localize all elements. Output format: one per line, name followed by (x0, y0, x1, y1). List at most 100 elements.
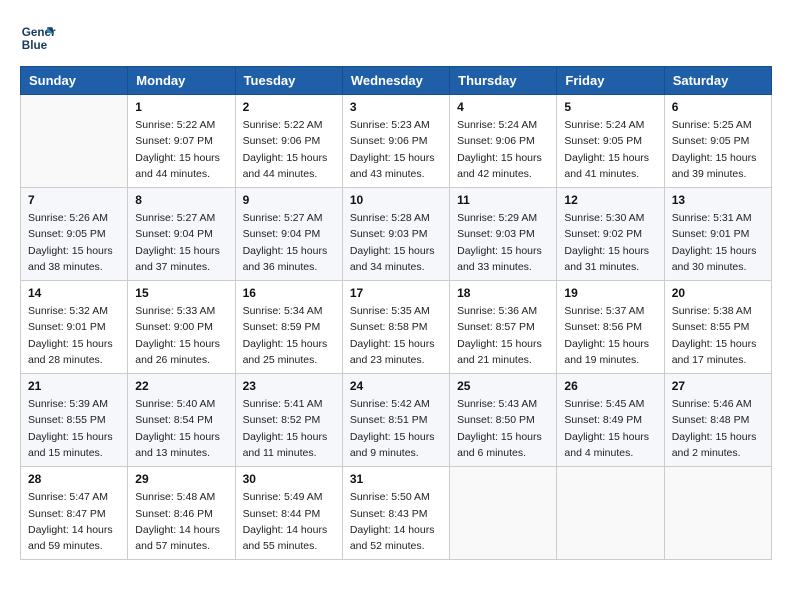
column-header-wednesday: Wednesday (342, 67, 449, 95)
day-number: 11 (457, 193, 549, 207)
day-number: 9 (243, 193, 335, 207)
day-number: 29 (135, 472, 227, 486)
day-number: 5 (564, 100, 656, 114)
day-info: Sunrise: 5:24 AM Sunset: 9:05 PM Dayligh… (564, 117, 656, 182)
calendar-cell (21, 95, 128, 188)
calendar-cell: 4Sunrise: 5:24 AM Sunset: 9:06 PM Daylig… (450, 95, 557, 188)
calendar-cell: 8 Sunrise: 5:27 AM Sunset: 9:04 PM Daylig… (128, 188, 235, 281)
calendar-cell: 30 Sunrise: 5:49 AM Sunset: 8:44 PM Dayli… (235, 467, 342, 560)
day-number: 8 (135, 193, 227, 207)
day-number: 6 (672, 100, 764, 114)
day-info: Sunrise: 5:48 AM Sunset: 8:46 PM Dayligh… (135, 489, 227, 554)
day-number: 27 (672, 379, 764, 393)
logo: General Blue (20, 20, 56, 56)
day-number: 28 (28, 472, 120, 486)
day-number: 26 (564, 379, 656, 393)
day-info: Sunrise: 5:28 AM Sunset: 9:03 PM Dayligh… (350, 210, 442, 275)
calendar-week-row: 14 Sunrise: 5:32 AM Sunset: 9:01 PM Dayli… (21, 281, 772, 374)
day-info: Sunrise: 5:37 AM Sunset: 8:56 PM Dayligh… (564, 303, 656, 368)
day-info: Sunrise: 5:31 AM Sunset: 9:01 PM Dayligh… (672, 210, 764, 275)
svg-text:Blue: Blue (22, 39, 48, 52)
calendar-cell: 21 Sunrise: 5:39 AM Sunset: 8:55 PM Dayli… (21, 374, 128, 467)
calendar-cell: 13 Sunrise: 5:31 AM Sunset: 9:01 PM Dayli… (664, 188, 771, 281)
calendar-cell (557, 467, 664, 560)
day-number: 16 (243, 286, 335, 300)
calendar-cell: 11 Sunrise: 5:29 AM Sunset: 9:03 PM Dayli… (450, 188, 557, 281)
day-info: Sunrise: 5:22 AM Sunset: 9:06 PM Dayligh… (243, 117, 335, 182)
calendar-cell: 29 Sunrise: 5:48 AM Sunset: 8:46 PM Dayli… (128, 467, 235, 560)
day-info: Sunrise: 5:27 AM Sunset: 9:04 PM Dayligh… (135, 210, 227, 275)
day-info: Sunrise: 5:34 AM Sunset: 8:59 PM Dayligh… (243, 303, 335, 368)
day-info: Sunrise: 5:22 AM Sunset: 9:07 PM Dayligh… (135, 117, 227, 182)
calendar-table: SundayMondayTuesdayWednesdayThursdayFrid… (20, 66, 772, 560)
day-number: 4 (457, 100, 549, 114)
day-number: 2 (243, 100, 335, 114)
day-number: 14 (28, 286, 120, 300)
day-number: 19 (564, 286, 656, 300)
calendar-cell: 6 Sunrise: 5:25 AM Sunset: 9:05 PM Daylig… (664, 95, 771, 188)
day-info: Sunrise: 5:35 AM Sunset: 8:58 PM Dayligh… (350, 303, 442, 368)
day-info: Sunrise: 5:23 AM Sunset: 9:06 PM Dayligh… (350, 117, 442, 182)
day-info: Sunrise: 5:25 AM Sunset: 9:05 PM Dayligh… (672, 117, 764, 182)
day-info: Sunrise: 5:49 AM Sunset: 8:44 PM Dayligh… (243, 489, 335, 554)
day-number: 20 (672, 286, 764, 300)
day-number: 15 (135, 286, 227, 300)
day-number: 13 (672, 193, 764, 207)
calendar-cell: 26Sunrise: 5:45 AM Sunset: 8:49 PM Dayli… (557, 374, 664, 467)
day-info: Sunrise: 5:40 AM Sunset: 8:54 PM Dayligh… (135, 396, 227, 461)
calendar-cell: 14 Sunrise: 5:32 AM Sunset: 9:01 PM Dayli… (21, 281, 128, 374)
day-info: Sunrise: 5:32 AM Sunset: 9:01 PM Dayligh… (28, 303, 120, 368)
day-info: Sunrise: 5:36 AM Sunset: 8:57 PM Dayligh… (457, 303, 549, 368)
column-header-sunday: Sunday (21, 67, 128, 95)
day-info: Sunrise: 5:47 AM Sunset: 8:47 PM Dayligh… (28, 489, 120, 554)
calendar-cell: 1 Sunrise: 5:22 AM Sunset: 9:07 PM Daylig… (128, 95, 235, 188)
day-number: 10 (350, 193, 442, 207)
calendar-cell: 27 Sunrise: 5:46 AM Sunset: 8:48 PM Dayli… (664, 374, 771, 467)
calendar-cell: 2 Sunrise: 5:22 AM Sunset: 9:06 PM Daylig… (235, 95, 342, 188)
column-header-saturday: Saturday (664, 67, 771, 95)
calendar-week-row: 21 Sunrise: 5:39 AM Sunset: 8:55 PM Dayli… (21, 374, 772, 467)
day-number: 1 (135, 100, 227, 114)
day-number: 18 (457, 286, 549, 300)
calendar-cell: 19 Sunrise: 5:37 AM Sunset: 8:56 PM Dayli… (557, 281, 664, 374)
calendar-cell: 16 Sunrise: 5:34 AM Sunset: 8:59 PM Dayli… (235, 281, 342, 374)
calendar-cell: 18 Sunrise: 5:36 AM Sunset: 8:57 PM Dayli… (450, 281, 557, 374)
calendar-cell: 15 Sunrise: 5:33 AM Sunset: 9:00 PM Dayli… (128, 281, 235, 374)
calendar-cell (664, 467, 771, 560)
day-number: 24 (350, 379, 442, 393)
day-number: 12 (564, 193, 656, 207)
calendar-cell: 24 Sunrise: 5:42 AM Sunset: 8:51 PM Dayli… (342, 374, 449, 467)
day-number: 30 (243, 472, 335, 486)
page-header: General Blue (20, 20, 772, 56)
calendar-cell: 31Sunrise: 5:50 AM Sunset: 8:43 PM Dayli… (342, 467, 449, 560)
day-info: Sunrise: 5:50 AM Sunset: 8:43 PM Dayligh… (350, 489, 442, 554)
column-header-tuesday: Tuesday (235, 67, 342, 95)
calendar-cell: 12Sunrise: 5:30 AM Sunset: 9:02 PM Dayli… (557, 188, 664, 281)
calendar-cell: 5 Sunrise: 5:24 AM Sunset: 9:05 PM Daylig… (557, 95, 664, 188)
calendar-cell: 10 Sunrise: 5:28 AM Sunset: 9:03 PM Dayli… (342, 188, 449, 281)
day-number: 17 (350, 286, 442, 300)
day-info: Sunrise: 5:42 AM Sunset: 8:51 PM Dayligh… (350, 396, 442, 461)
calendar-cell: 23Sunrise: 5:41 AM Sunset: 8:52 PM Dayli… (235, 374, 342, 467)
column-header-monday: Monday (128, 67, 235, 95)
column-header-friday: Friday (557, 67, 664, 95)
day-number: 21 (28, 379, 120, 393)
calendar-week-row: 1 Sunrise: 5:22 AM Sunset: 9:07 PM Daylig… (21, 95, 772, 188)
calendar-cell: 20 Sunrise: 5:38 AM Sunset: 8:55 PM Dayli… (664, 281, 771, 374)
calendar-cell (450, 467, 557, 560)
day-info: Sunrise: 5:38 AM Sunset: 8:55 PM Dayligh… (672, 303, 764, 368)
day-number: 7 (28, 193, 120, 207)
day-info: Sunrise: 5:29 AM Sunset: 9:03 PM Dayligh… (457, 210, 549, 275)
day-number: 22 (135, 379, 227, 393)
day-number: 25 (457, 379, 549, 393)
day-info: Sunrise: 5:33 AM Sunset: 9:00 PM Dayligh… (135, 303, 227, 368)
calendar-week-row: 7Sunrise: 5:26 AM Sunset: 9:05 PM Daylig… (21, 188, 772, 281)
day-info: Sunrise: 5:39 AM Sunset: 8:55 PM Dayligh… (28, 396, 120, 461)
logo-icon: General Blue (20, 20, 56, 56)
day-info: Sunrise: 5:27 AM Sunset: 9:04 PM Dayligh… (243, 210, 335, 275)
calendar-cell: 7Sunrise: 5:26 AM Sunset: 9:05 PM Daylig… (21, 188, 128, 281)
day-number: 23 (243, 379, 335, 393)
calendar-header-row: SundayMondayTuesdayWednesdayThursdayFrid… (21, 67, 772, 95)
day-info: Sunrise: 5:46 AM Sunset: 8:48 PM Dayligh… (672, 396, 764, 461)
calendar-cell: 22 Sunrise: 5:40 AM Sunset: 8:54 PM Dayli… (128, 374, 235, 467)
